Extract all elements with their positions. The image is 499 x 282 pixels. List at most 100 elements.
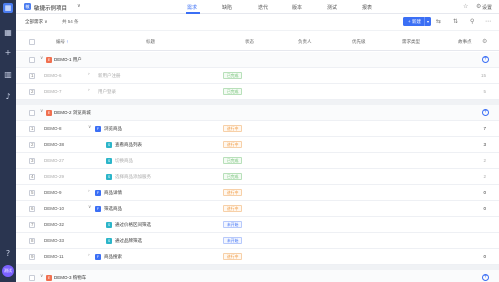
table-row[interactable]: 6 DEMO-10 ∨ F 筛选商品 进行中 0 bbox=[16, 201, 499, 217]
status-badge[interactable]: 进行中 bbox=[223, 205, 243, 212]
layout-toggle-icon[interactable]: ⇆ bbox=[436, 18, 441, 25]
row-title[interactable]: 通过品牌筛选 bbox=[115, 238, 142, 244]
chevron-down-icon[interactable]: ∨ bbox=[40, 109, 43, 114]
row-title[interactable]: 新用户注册 bbox=[98, 73, 121, 79]
row-title[interactable]: 商品详情 bbox=[104, 190, 122, 196]
select-all-checkbox[interactable] bbox=[29, 39, 35, 45]
table-row[interactable]: 4 DEMO-29 S 选择商品添加服务 已完成 2 bbox=[16, 169, 499, 185]
chevron-right-icon[interactable]: › bbox=[88, 88, 90, 93]
chevron-down-icon[interactable]: ∨ bbox=[88, 125, 91, 130]
group-title[interactable]: DEMO-3 购物车 bbox=[54, 275, 86, 281]
column-settings-icon[interactable]: ⚙ bbox=[482, 38, 487, 45]
status-badge[interactable]: 进行中 bbox=[223, 189, 243, 196]
column-header-story-points[interactable]: 故事点 bbox=[458, 39, 472, 45]
column-header-assignee[interactable]: 负责人 bbox=[298, 39, 312, 45]
row-title[interactable]: 商品搜索 bbox=[104, 254, 122, 260]
status-badge[interactable]: 未开始 bbox=[223, 221, 243, 228]
app-logo-icon[interactable]: ▦ bbox=[3, 3, 13, 13]
chevron-right-icon[interactable]: › bbox=[88, 72, 90, 77]
tab-versions[interactable]: 版本 bbox=[292, 4, 302, 11]
table-row[interactable]: 7 DEMO-32 S 通过价格区间筛选 未开始 bbox=[16, 217, 499, 233]
more-icon[interactable]: ⋯ bbox=[485, 18, 491, 25]
chevron-down-icon[interactable]: ∨ bbox=[88, 205, 91, 210]
column-header-type[interactable]: 需求类型 bbox=[402, 39, 420, 45]
layout-icon[interactable]: ▥ bbox=[3, 70, 13, 80]
table-row[interactable]: 2 DEMO-7 › 用户登录 已完成 5 bbox=[16, 84, 499, 100]
group-title[interactable]: DEMO-1 用户 bbox=[54, 57, 82, 63]
row-title[interactable]: 选择商品添加服务 bbox=[115, 174, 151, 180]
new-dropdown-caret[interactable]: ▾ bbox=[424, 17, 431, 26]
project-title[interactable]: 敏捷示例项目 bbox=[34, 4, 67, 12]
row-id[interactable]: DEMO-6 bbox=[44, 73, 62, 78]
bell-icon[interactable]: ♪ bbox=[3, 92, 13, 102]
status-badge[interactable]: 已完成 bbox=[223, 72, 243, 79]
row-title[interactable]: 用户登录 bbox=[98, 89, 116, 95]
status-badge[interactable]: 已完成 bbox=[223, 173, 243, 180]
add-child-button[interactable]: + bbox=[482, 109, 489, 116]
column-header-title[interactable]: 标题 bbox=[146, 39, 155, 45]
row-title[interactable]: 浏览商品 bbox=[104, 126, 122, 132]
column-header-priority[interactable]: 优先级 bbox=[352, 39, 366, 45]
table-row[interactable]: 8 DEMO-33 S 通过品牌筛选 未开始 bbox=[16, 233, 499, 249]
table-row[interactable]: 1 DEMO-8 ∨ F 浏览商品 进行中 7 bbox=[16, 121, 499, 137]
status-badge[interactable]: 未开始 bbox=[223, 237, 243, 244]
status-badge[interactable]: 已完成 bbox=[223, 88, 243, 95]
add-child-button[interactable]: + bbox=[482, 56, 489, 63]
filter-select[interactable]: 全部需求 ∨ bbox=[25, 19, 48, 25]
star-icon[interactable]: ☆ bbox=[463, 3, 468, 10]
group-checkbox[interactable] bbox=[29, 275, 35, 281]
group-row[interactable]: ∨ E DEMO-2 浏览商城 + bbox=[16, 105, 499, 121]
avatar[interactable]: 测试 bbox=[2, 265, 14, 277]
table-row[interactable]: 9 DEMO-11 › F 商品搜索 进行中 0 bbox=[16, 249, 499, 265]
group-row[interactable]: ∨ E DEMO-1 用户 + bbox=[16, 52, 499, 68]
status-badge[interactable]: 进行中 bbox=[223, 141, 243, 148]
status-badge[interactable]: 进行中 bbox=[223, 253, 243, 260]
row-id[interactable]: DEMO-7 bbox=[44, 89, 62, 94]
row-id[interactable]: DEMO-9 bbox=[44, 190, 62, 195]
status-badge[interactable]: 进行中 bbox=[223, 125, 243, 132]
tab-requirements[interactable]: 需求 bbox=[187, 4, 197, 11]
tab-defects[interactable]: 缺陷 bbox=[222, 4, 232, 11]
group-title[interactable]: DEMO-2 浏览商城 bbox=[54, 110, 91, 116]
settings-link[interactable]: 设置 bbox=[482, 4, 492, 11]
chevron-down-icon[interactable]: ∨ bbox=[40, 56, 43, 61]
row-title[interactable]: 查看商品列表 bbox=[115, 142, 142, 148]
add-child-button[interactable]: + bbox=[482, 274, 489, 281]
chevron-down-icon[interactable]: ∨ bbox=[40, 274, 43, 279]
row-id[interactable]: DEMO-8 bbox=[44, 126, 62, 131]
chevron-down-icon[interactable]: ∨ bbox=[77, 3, 81, 9]
apps-icon[interactable]: ▦ bbox=[3, 28, 13, 38]
table-row[interactable]: 1 DEMO-6 › 新用户注册 已完成 15 bbox=[16, 68, 499, 84]
status-badge[interactable]: 已完成 bbox=[223, 157, 243, 164]
group-checkbox[interactable] bbox=[29, 110, 35, 116]
filter-icon[interactable]: ⚲ bbox=[470, 18, 474, 25]
group-checkbox[interactable] bbox=[29, 57, 35, 63]
table-row[interactable]: 3 DEMO-27 S 切换商品 已完成 2 bbox=[16, 153, 499, 169]
row-id[interactable]: DEMO-11 bbox=[44, 254, 64, 259]
tab-iterations[interactable]: 迭代 bbox=[258, 4, 268, 11]
tab-testing[interactable]: 测试 bbox=[327, 4, 337, 11]
row-title[interactable]: 筛选商品 bbox=[104, 206, 122, 212]
row-id[interactable]: DEMO-29 bbox=[44, 174, 64, 179]
row-id[interactable]: DEMO-33 bbox=[44, 238, 64, 243]
column-header-id[interactable]: 编号 ↑ bbox=[56, 39, 69, 45]
tab-reports[interactable]: 报表 bbox=[362, 4, 372, 11]
table-row[interactable]: 2 DEMO-38 S 查看商品列表 进行中 3 bbox=[16, 137, 499, 153]
row-id[interactable]: DEMO-32 bbox=[44, 222, 64, 227]
row-title[interactable]: 通过价格区间筛选 bbox=[115, 222, 151, 228]
chevron-right-icon[interactable]: › bbox=[88, 189, 90, 194]
group-row[interactable]: ∨ E DEMO-3 购物车 + bbox=[16, 270, 499, 282]
row-title[interactable]: 切换商品 bbox=[115, 158, 133, 164]
table-row[interactable]: 5 DEMO-9 › F 商品详情 进行中 0 bbox=[16, 185, 499, 201]
row-id[interactable]: DEMO-38 bbox=[44, 142, 64, 147]
gear-icon[interactable]: ⚙ bbox=[476, 3, 481, 10]
help-icon[interactable]: ? bbox=[3, 249, 13, 259]
row-id[interactable]: DEMO-27 bbox=[44, 158, 64, 163]
column-header-status[interactable]: 状态 bbox=[245, 39, 254, 45]
row-id[interactable]: DEMO-10 bbox=[44, 206, 64, 211]
sort-icon[interactable]: ⇅ bbox=[453, 18, 458, 25]
chevron-right-icon[interactable]: › bbox=[88, 253, 90, 258]
sort-asc-icon[interactable]: ↑ bbox=[66, 39, 68, 44]
add-icon[interactable]: + bbox=[3, 48, 13, 58]
toolbar: 全部需求 ∨ 共 54 条 + 新建 ▾ ⇆ ⇅ ⚲ ⋯ bbox=[16, 14, 499, 30]
